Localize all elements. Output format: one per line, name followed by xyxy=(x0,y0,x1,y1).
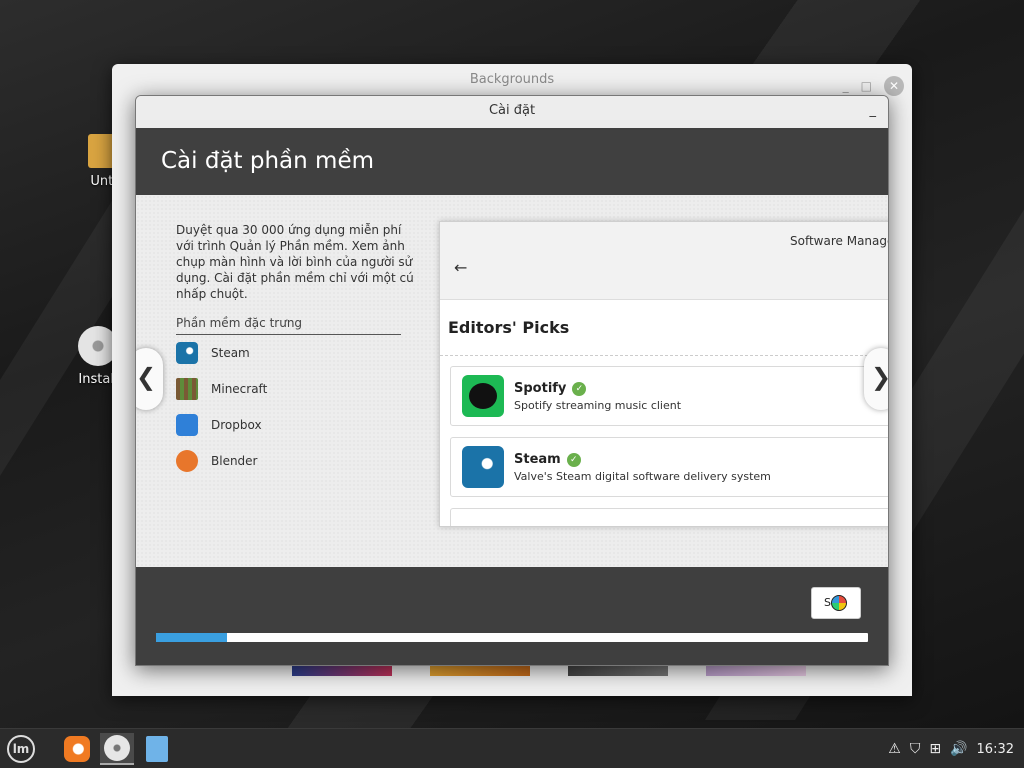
list-item: Steam ✓ Valve's Steam digital software de… xyxy=(450,437,888,497)
progress-fill xyxy=(156,633,228,642)
taskbar-installer[interactable] xyxy=(100,733,134,765)
dropbox-icon xyxy=(176,414,198,436)
firefox-icon xyxy=(64,736,90,762)
taskbar-files[interactable] xyxy=(140,733,174,765)
featured-app-name: Steam xyxy=(211,346,250,360)
disc-icon xyxy=(104,735,130,761)
featured-app: Blender xyxy=(176,443,416,479)
install-progress-bar xyxy=(156,633,868,642)
pick-description: Spotify streaming music client xyxy=(514,398,682,412)
pick-name: Spotify xyxy=(514,380,567,396)
clock[interactable]: 16:32 xyxy=(977,742,1014,757)
screenshot-header: Software Manager ← xyxy=(440,222,888,300)
list-item: Spotify ✓ Spotify streaming music client xyxy=(450,366,888,426)
previous-slide-button[interactable]: ❮ xyxy=(136,348,163,410)
screenshot-section-title: Editors' Picks xyxy=(440,300,888,356)
featured-app-name: Dropbox xyxy=(211,418,262,432)
skip-button[interactable]: S xyxy=(811,587,861,619)
menu-button[interactable]: lm xyxy=(4,733,38,765)
screenshot-window-title: Software Manager xyxy=(790,234,888,248)
back-arrow-icon: ← xyxy=(454,258,468,277)
document-icon xyxy=(146,736,168,762)
steam-icon xyxy=(176,342,198,364)
verified-check-icon: ✓ xyxy=(566,452,581,467)
steam-icon xyxy=(462,446,504,488)
minimize-button[interactable]: _ xyxy=(870,96,877,126)
slide-content: Duyệt qua 30 000 ứng dụng miễn phí với t… xyxy=(136,195,888,569)
backgrounds-titlebar[interactable]: Backgrounds _ □ ✕ xyxy=(112,64,912,96)
next-slide-button[interactable]: ❯ xyxy=(864,348,888,410)
featured-heading: Phần mềm đặc trưng xyxy=(176,316,401,335)
window-title: Backgrounds xyxy=(469,72,555,87)
color-wheel-icon xyxy=(831,595,847,611)
slide-description: Duyệt qua 30 000 ứng dụng miễn phí với t… xyxy=(176,223,414,301)
network-icon[interactable]: ⊞ xyxy=(929,741,941,757)
verified-check-icon: ✓ xyxy=(572,381,587,396)
skip-button-label: S xyxy=(824,596,831,609)
install-dialog: Cài đặt _ Cài đặt phần mềm Duyệt qua 30 … xyxy=(135,95,889,666)
close-button[interactable]: ✕ xyxy=(884,76,904,96)
list-item xyxy=(450,508,888,526)
minecraft-icon xyxy=(176,378,198,400)
pick-description: Valve's Steam digital software delivery … xyxy=(514,469,771,483)
featured-app-name: Blender xyxy=(211,454,258,468)
featured-app: Minecraft xyxy=(176,371,416,407)
info-panel: Duyệt qua 30 000 ứng dụng miễn phí với t… xyxy=(176,222,416,479)
featured-app-name: Minecraft xyxy=(211,382,268,396)
dialog-titlebar[interactable]: Cài đặt _ xyxy=(136,96,888,128)
shield-icon[interactable]: ⛉ xyxy=(910,741,921,757)
featured-app: Steam xyxy=(176,335,416,371)
featured-app: Dropbox xyxy=(176,407,416,443)
pick-name: Steam xyxy=(514,451,561,467)
page-title: Cài đặt phần mềm xyxy=(136,128,888,195)
dialog-title: Cài đặt xyxy=(488,103,536,118)
taskbar: lm ⚠ ⛉ ⊞ 🔊 16:32 xyxy=(0,728,1024,768)
software-manager-screenshot: Software Manager ← Editors' Picks Spotif… xyxy=(439,221,888,527)
system-tray: ⚠ ⛉ ⊞ 🔊 16:32 xyxy=(888,729,1014,768)
spotify-icon xyxy=(462,375,504,417)
mint-logo-icon: lm xyxy=(7,735,35,763)
update-manager-icon[interactable]: ⚠ xyxy=(888,741,901,757)
dialog-footer: S xyxy=(136,567,888,665)
volume-icon[interactable]: 🔊 xyxy=(950,741,967,757)
blender-icon xyxy=(176,450,198,472)
taskbar-firefox[interactable] xyxy=(60,733,94,765)
